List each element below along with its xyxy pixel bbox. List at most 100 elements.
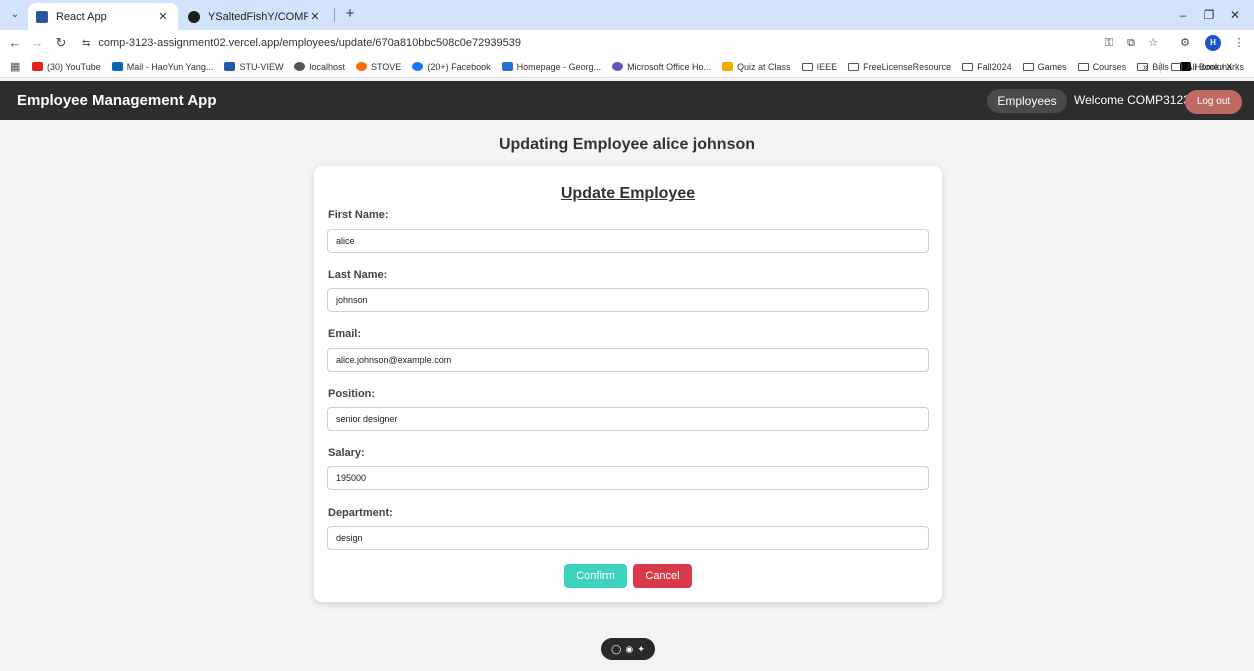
browser-tabstrip: ⌄ React App ✕ YSaltedFishY/COMP3123-Assi… [0,0,1254,30]
bookmark-star-icon[interactable]: ☆ [1144,34,1162,52]
folder-icon [1077,62,1089,71]
bookmark-item[interactable]: STU-VIEW [224,62,283,72]
bookmark-label: Courses [1092,61,1127,72]
bookmark-folder[interactable]: FreeLicenseResource [848,62,951,72]
bookmark-label: Quiz at Class [737,61,791,72]
bookmark-item[interactable]: (20+) Facebook [412,61,491,72]
site-info-icon[interactable]: ⇆ [82,38,90,49]
forward-icon[interactable]: → [28,34,46,52]
first-name-input[interactable] [327,229,929,253]
bookmark-label: IEEE [816,61,838,72]
reload-icon[interactable]: ↻ [52,34,70,52]
bookmark-label: (20+) Facebook [427,61,491,72]
password-key-icon[interactable]: ⚿ [1100,34,1118,52]
bookmark-divider [1160,61,1162,73]
bookmark-folder[interactable]: Courses [1077,61,1127,72]
folder-icon [848,62,860,71]
bookmark-folder[interactable]: Games [1022,61,1067,72]
bookmarks-right: » All Bookmarks [1143,56,1244,78]
confirm-button[interactable]: Confirm [564,564,627,588]
address-bar[interactable]: ⇆ comp-3123-assignment02.vercel.app/empl… [82,33,1082,53]
first-name-label: First Name: [328,209,389,221]
all-bookmarks-folder[interactable]: All Bookmarks [1171,62,1244,72]
email-input[interactable] [327,348,929,372]
back-icon[interactable]: ← [6,34,24,52]
facebook-icon [412,62,424,71]
folder-icon [1022,62,1034,71]
last-name-label: Last Name: [328,269,388,281]
welcome-text: Welcome COMP3123 [1074,93,1190,107]
last-name-input[interactable] [327,288,929,312]
bookmark-label: Mail - HaoYun Yang... [126,61,214,72]
youtube-icon [32,62,43,71]
office-icon [612,62,624,71]
salary-input[interactable] [327,466,929,490]
bookmark-label: FreeLicenseResource [863,61,952,72]
bookmark-item[interactable]: STOVE [355,61,402,72]
department-label: Department: [328,507,393,519]
cancel-button[interactable]: Cancel [633,564,692,588]
bookmark-label: STU-VIEW [239,61,284,72]
profile-avatar[interactable]: H [1205,35,1221,51]
react-favicon-icon [36,10,48,23]
app-navbar: Employee Management App Employees Welcom… [0,81,1254,120]
install-app-icon[interactable]: ⧉ [1122,34,1140,52]
more-bookmarks-icon[interactable]: » [1143,62,1149,73]
bookmark-label: STOVE [370,61,402,72]
logout-button[interactable]: Log out [1185,90,1242,114]
bookmark-item[interactable]: Mail - HaoYun Yang... [111,61,214,72]
position-label: Position: [328,388,376,400]
comment-icon[interactable]: ◯ [611,644,621,655]
bookmarks-bar: ▦ (30) YouTube Mail - HaoYun Yang... STU… [0,56,1254,78]
app-brand[interactable]: Employee Management App [17,92,216,109]
homepage-icon [501,62,513,71]
bookmark-label: (30) YouTube [47,61,101,72]
restore-icon[interactable]: ❐ [1198,6,1220,24]
bookmark-label: Homepage - Georg... [516,61,602,72]
bookmark-item[interactable]: (30) YouTube [32,62,101,72]
window-close-icon[interactable]: ✕ [1224,6,1246,24]
bookmark-item[interactable]: Homepage - Georg... [501,61,602,72]
salary-label: Salary: [328,447,365,459]
page-title: Updating Employee alice johnson [498,136,756,153]
outlook-icon [111,62,123,71]
tab-label: YSaltedFishY/COMP3123-Assig [208,10,308,23]
bookmark-folder[interactable]: IEEE [801,61,838,72]
folder-icon [1171,63,1183,71]
bookmark-folder[interactable]: Fall2024 [962,62,1012,72]
globe-icon [294,62,306,71]
bookmark-item[interactable]: Microsoft Office Ho... [612,62,711,72]
tab-label: React App [56,10,107,23]
update-employee-form: Update Employee First Name: Last Name: E… [314,166,942,602]
email-label: Email: [328,328,362,340]
position-input[interactable] [327,407,929,431]
new-tab-icon[interactable]: + [340,4,360,24]
bookmark-label: Microsoft Office Ho... [627,61,712,72]
quiz-icon [722,62,734,71]
close-icon[interactable]: ✕ [156,10,170,23]
stove-icon [355,62,367,71]
bookmark-item[interactable]: localhost [294,62,345,72]
tab-github[interactable]: YSaltedFishY/COMP3123-Assig ✕ [180,3,330,30]
bookmark-item[interactable]: Quiz at Class [722,62,791,72]
extensions-icon[interactable]: ⚙ [1176,34,1194,52]
accessibility-icon[interactable]: ✦ [637,644,645,655]
tab-divider [334,8,335,22]
folder-icon [801,62,813,71]
minimize-icon[interactable]: – [1172,6,1194,24]
tab-react-app[interactable]: React App ✕ [28,3,178,30]
url-text: comp-3123-assignment02.vercel.app/employ… [98,37,521,49]
browser-toolbar: ← → ↻ ⇆ comp-3123-assignment02.vercel.ap… [0,30,1254,56]
eye-icon[interactable]: ◉ [625,644,633,655]
form-title: Update Employee [560,185,696,202]
stu-view-icon [224,62,236,71]
bookmark-label: Games [1037,61,1067,72]
tab-search-chevron-icon[interactable]: ⌄ [6,6,24,24]
close-icon[interactable]: ✕ [308,10,322,23]
folder-icon [962,62,974,71]
bookmark-label: Fall2024 [977,61,1012,72]
browser-menu-icon[interactable]: ⋮ [1230,34,1248,52]
apps-grid-icon[interactable]: ▦ [10,60,22,73]
employees-nav-button[interactable]: Employees [987,89,1067,113]
department-input[interactable] [327,526,929,550]
